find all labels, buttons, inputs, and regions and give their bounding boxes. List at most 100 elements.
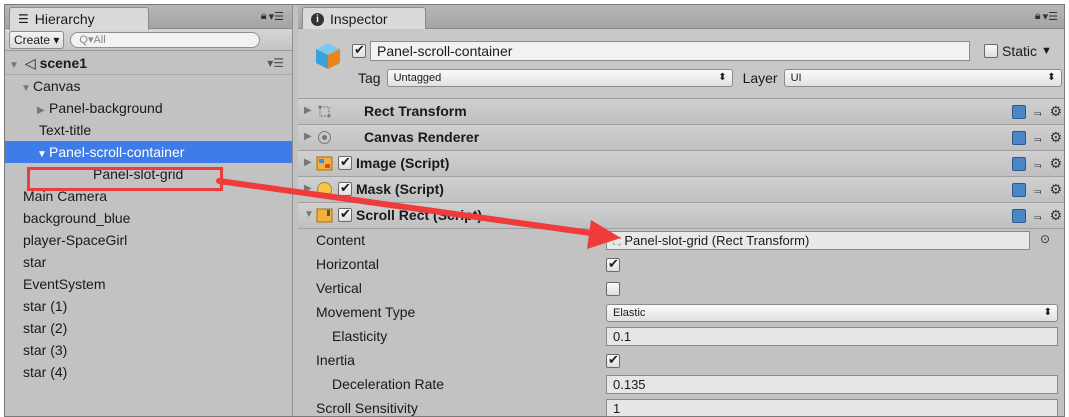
active-checkbox[interactable] xyxy=(352,42,366,58)
hierarchy-item-label: Text-title xyxy=(39,122,92,138)
foldout-icon[interactable]: ▶ xyxy=(304,183,312,194)
preset-icon[interactable]: ⫬ xyxy=(1034,182,1042,198)
content-value: Panel-slot-grid (Rect Transform) xyxy=(624,233,810,248)
component-header[interactable]: ▶Mask (Script)⫬⚙ xyxy=(298,177,1064,203)
preset-icon[interactable]: ⫬ xyxy=(1034,130,1042,146)
layer-label: Layer xyxy=(742,70,778,86)
object-picker-icon[interactable]: ⊙ xyxy=(1040,232,1050,246)
hierarchy-tabbar: ☰ Hierarchy 🔒︎ ▾☰ xyxy=(5,5,292,30)
hierarchy-item[interactable]: star (4) xyxy=(5,361,292,383)
horizontal-checkbox[interactable] xyxy=(606,256,620,272)
rect-transform-icon: ⛶ xyxy=(613,236,621,248)
hierarchy-item[interactable]: star (1) xyxy=(5,295,292,317)
component-enabled-checkbox[interactable] xyxy=(338,206,352,222)
hierarchy-item-label: Panel-scroll-container xyxy=(49,144,185,160)
unity-scene-icon: ◁ xyxy=(24,55,36,71)
gameobject-cube-icon xyxy=(316,43,340,69)
hierarchy-item[interactable]: EventSystem xyxy=(5,273,292,295)
hierarchy-item-label: Canvas xyxy=(33,78,81,94)
elasticity-value: 0.1 xyxy=(613,329,632,344)
vertical-checkbox[interactable] xyxy=(606,282,620,296)
deceleration-rate-label: Deceleration Rate xyxy=(332,376,445,392)
component-enabled-checkbox[interactable] xyxy=(338,180,352,196)
static-toggle[interactable]: Static ▼ xyxy=(984,43,1052,59)
preset-icon[interactable]: ⫬ xyxy=(1034,156,1042,172)
component-controls: ⫬ ⚙ xyxy=(1011,103,1062,120)
dropdown-arrow-icon: ⬍ xyxy=(1043,307,1052,318)
foldout-icon[interactable]: ▶ xyxy=(304,131,312,142)
scroll-sensitivity-field[interactable]: 1 xyxy=(606,399,1058,416)
hierarchy-item[interactable]: player-SpaceGirl xyxy=(5,229,292,251)
rect-transform-icon xyxy=(316,103,333,120)
layer-dropdown[interactable]: UI ⬍ xyxy=(783,69,1062,87)
elasticity-property: Elasticity 0.1 xyxy=(298,325,1064,349)
static-checkbox[interactable] xyxy=(984,44,998,58)
foldout-icon[interactable]: ▼ xyxy=(304,209,314,220)
gear-icon[interactable]: ⚙ xyxy=(1049,129,1062,146)
hierarchy-item[interactable]: ▼ Panel-scroll-container xyxy=(5,141,292,163)
component-header[interactable]: ▶ Canvas Renderer ⫬ ⚙ xyxy=(298,125,1064,151)
deceleration-rate-property: Deceleration Rate 0.135 xyxy=(298,373,1064,397)
scroll-rect-properties: Content ⛶ Panel-slot-grid (Rect Transfor… xyxy=(298,229,1064,416)
component-header[interactable]: ▶Image (Script)⫬⚙ xyxy=(298,151,1064,177)
tab-inspector[interactable]: i Inspector xyxy=(302,7,426,30)
component-enabled-checkbox[interactable] xyxy=(338,154,352,170)
deceleration-rate-field[interactable]: 0.135 xyxy=(606,375,1058,394)
hierarchy-item[interactable]: star (2) xyxy=(5,317,292,339)
hierarchy-item[interactable]: star (3) xyxy=(5,339,292,361)
foldout-icon[interactable]: ▶ xyxy=(304,105,312,116)
content-property: Content ⛶ Panel-slot-grid (Rect Transfor… xyxy=(298,229,1064,253)
scene-menu-icon[interactable]: ▾☰ xyxy=(267,51,284,75)
component-header[interactable]: ▶ Rect Transform ⫬ ⚙ xyxy=(298,99,1064,125)
scene-row[interactable]: ▼ ◁ scene1 ▾☰ xyxy=(5,51,292,75)
scroll-rect-icon xyxy=(316,207,333,224)
hierarchy-item-label: star (3) xyxy=(23,342,68,358)
hierarchy-item[interactable]: background_blue xyxy=(5,207,292,229)
help-book-icon[interactable] xyxy=(1011,104,1026,119)
elasticity-field[interactable]: 0.1 xyxy=(606,327,1058,346)
preset-icon[interactable]: ⫬ xyxy=(1034,104,1042,120)
menu-icon[interactable]: ▾☰ xyxy=(269,10,284,23)
gear-icon[interactable]: ⚙ xyxy=(1049,103,1062,120)
canvas-renderer-icon xyxy=(316,129,333,146)
hierarchy-item[interactable]: star xyxy=(5,251,292,273)
component-controls: ⫬ ⚙ xyxy=(1011,181,1062,198)
gear-icon[interactable]: ⚙ xyxy=(1049,207,1062,224)
hierarchy-panel: ☰ Hierarchy 🔒︎ ▾☰ Create ▾ Q▾All ▼ ◁ sce… xyxy=(5,5,293,416)
movement-type-dropdown[interactable]: Elastic ⬍ xyxy=(606,304,1058,322)
hierarchy-tab-controls[interactable]: 🔒︎ ▾☰ xyxy=(261,10,284,23)
help-book-icon[interactable] xyxy=(1011,208,1026,223)
help-book-icon[interactable] xyxy=(1011,156,1026,171)
inspector-tab-controls[interactable]: 🔒︎ ▾☰ xyxy=(1035,10,1058,23)
search-input[interactable]: Q▾All xyxy=(70,31,261,48)
component-header[interactable]: ▼ Scroll Rect (Script) ⫬ ⚙ xyxy=(298,203,1064,229)
object-name-field[interactable]: Panel-scroll-container xyxy=(370,41,970,61)
component-title: Rect Transform xyxy=(364,103,467,119)
gear-icon[interactable]: ⚙ xyxy=(1049,181,1062,198)
hierarchy-item-label: background_blue xyxy=(23,210,131,226)
content-object-field[interactable]: ⛶ Panel-slot-grid (Rect Transform) xyxy=(606,231,1030,250)
create-button[interactable]: Create ▾ xyxy=(9,30,65,49)
hierarchy-item[interactable]: Text-title xyxy=(5,119,292,141)
object-name-value: Panel-scroll-container xyxy=(377,43,513,59)
movement-type-property: Movement Type Elastic ⬍ xyxy=(298,301,1064,325)
inertia-checkbox[interactable] xyxy=(606,352,620,368)
gear-icon[interactable]: ⚙ xyxy=(1049,155,1062,172)
preset-icon[interactable]: ⫬ xyxy=(1034,208,1042,224)
tag-dropdown[interactable]: Untagged ⬍ xyxy=(386,69,733,87)
chevron-down-icon[interactable]: ▼ xyxy=(1041,45,1052,57)
tag-value: Untagged xyxy=(393,72,442,84)
hierarchy-item[interactable]: ▶ Panel-background xyxy=(5,97,292,119)
hierarchy-item[interactable]: ▼ Canvas xyxy=(5,75,292,97)
hierarchy-item-label: EventSystem xyxy=(23,276,106,292)
mask-script-icon xyxy=(316,181,333,198)
component-list: ▶Rect Transform⫬⚙▶Canvas Renderer⫬⚙▶Imag… xyxy=(298,99,1064,229)
component-title: Scroll Rect (Script) xyxy=(356,207,483,223)
help-book-icon[interactable] xyxy=(1011,182,1026,197)
menu-icon[interactable]: ▾☰ xyxy=(1043,10,1058,23)
lock-icon[interactable]: 🔒︎ xyxy=(1035,10,1041,23)
lock-icon[interactable]: 🔒︎ xyxy=(261,10,267,23)
foldout-icon[interactable]: ▶ xyxy=(304,157,312,168)
tab-hierarchy[interactable]: ☰ Hierarchy xyxy=(9,7,149,30)
help-book-icon[interactable] xyxy=(1011,130,1026,145)
